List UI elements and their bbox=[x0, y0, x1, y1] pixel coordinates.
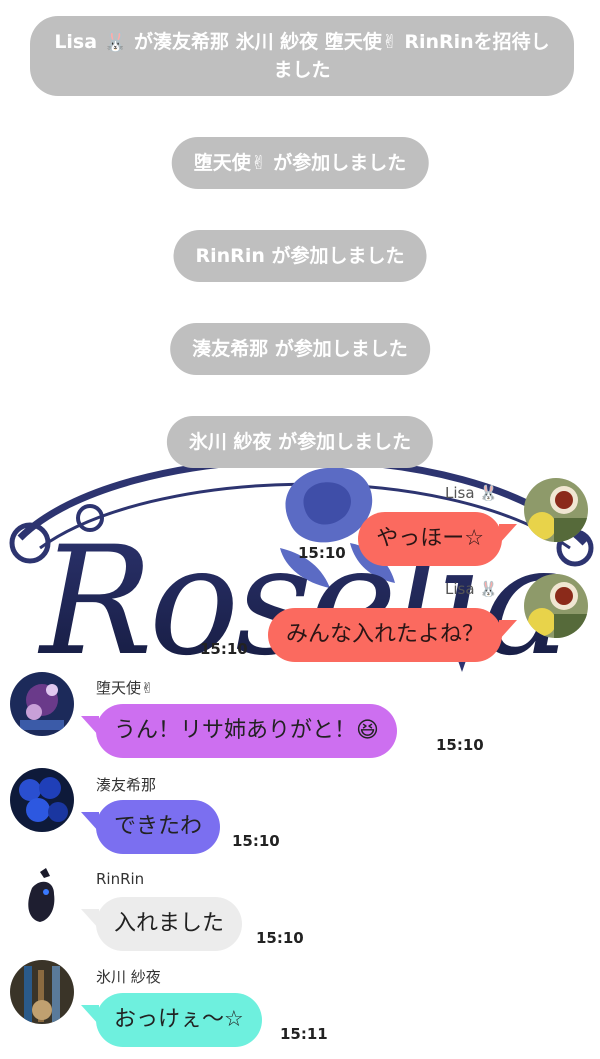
message-bubble[interactable]: おっけぇ〜☆ bbox=[81, 993, 262, 1047]
sender-name: Lisa 🐰 bbox=[445, 484, 498, 502]
message-bubble[interactable]: やっほー☆ bbox=[358, 512, 517, 566]
message-bubble[interactable]: みんな入れたよね？ bbox=[267, 608, 518, 662]
notice-joined: RinRin が参加しました bbox=[173, 230, 427, 282]
notice-joined: 堕天使✌ が参加しました bbox=[171, 137, 429, 189]
notice-invite: Lisa 🐰 が湊友希那 氷川 紗夜 堕天使✌ RinRinを招待しました bbox=[30, 16, 574, 96]
message-bubble[interactable]: できたわ bbox=[80, 800, 221, 854]
message-time: 15:10 bbox=[200, 640, 248, 658]
message-time: 15:11 bbox=[280, 1025, 328, 1043]
avatar[interactable] bbox=[10, 864, 74, 928]
avatar[interactable] bbox=[10, 960, 74, 1024]
sender-name: 堕天使✌ bbox=[96, 679, 154, 697]
message-time: 15:10 bbox=[436, 736, 484, 754]
avatar[interactable] bbox=[10, 768, 74, 832]
sender-name: RinRin bbox=[96, 870, 145, 888]
message-time: 15:10 bbox=[298, 544, 346, 562]
message-time: 15:10 bbox=[256, 929, 304, 947]
sender-name: 氷川 紗夜 bbox=[96, 968, 161, 986]
message-time: 15:10 bbox=[232, 832, 280, 850]
avatar[interactable] bbox=[10, 672, 74, 736]
message-bubble[interactable]: うん！リサ姉ありがと！😆 bbox=[81, 704, 397, 758]
notice-joined: 湊友希那 が参加しました bbox=[170, 323, 430, 375]
sender-name: Lisa 🐰 bbox=[445, 580, 498, 598]
message-bubble[interactable]: 入れました bbox=[80, 897, 243, 951]
sender-name: 湊友希那 bbox=[96, 776, 157, 794]
notice-joined: 氷川 紗夜 が参加しました bbox=[166, 416, 434, 468]
avatar[interactable] bbox=[524, 478, 588, 542]
avatar[interactable] bbox=[524, 574, 588, 638]
